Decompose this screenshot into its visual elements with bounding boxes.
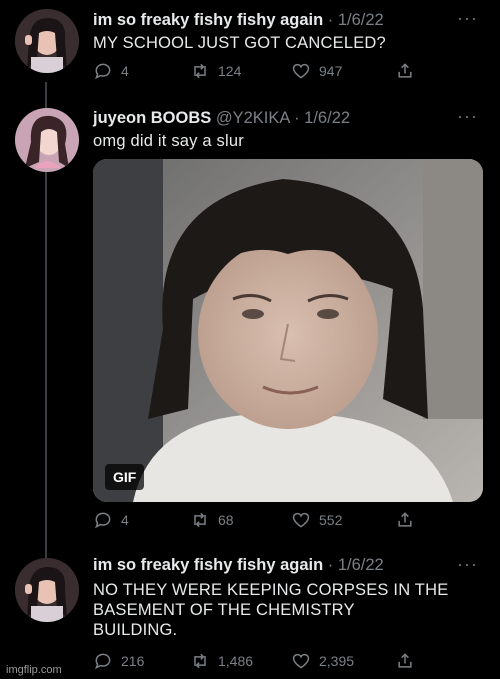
reply-icon <box>94 512 111 529</box>
like-count: 947 <box>319 63 343 79</box>
retweet-button[interactable]: 68 <box>190 510 234 530</box>
avatar[interactable] <box>15 558 79 622</box>
tweet-text-line: BUILDING. <box>93 621 178 639</box>
share-button[interactable] <box>395 61 415 81</box>
tweet-3[interactable]: im so freaky fishy fishy again · 1/6/22 … <box>0 548 500 679</box>
heart-icon <box>292 653 310 669</box>
retweet-icon <box>194 63 206 79</box>
watermark: imgflip.com <box>6 664 62 676</box>
tweet-actions: 216 1,486 2,395 <box>93 651 423 673</box>
tweet-header: im so freaky fishy fishy again · 1/6/22 <box>93 11 384 30</box>
retweet-button[interactable]: 1,486 <box>190 651 253 671</box>
reply-button[interactable]: 4 <box>93 61 129 81</box>
like-count: 2,395 <box>319 653 355 669</box>
username-handle[interactable]: @Y2KIKA <box>216 109 290 127</box>
like-button[interactable]: 552 <box>291 510 342 530</box>
retweet-icon <box>194 512 206 528</box>
tweet-header: juyeon BOOBS @Y2KIKA · 1/6/22 <box>93 109 350 128</box>
share-icon <box>398 512 412 527</box>
tweet-text: NO THEY WERE KEEPING CORPSES IN THE BASE… <box>93 580 448 640</box>
reply-count: 4 <box>121 512 129 528</box>
separator-dot: · <box>294 109 300 127</box>
gif-frame <box>93 159 483 502</box>
more-icon[interactable]: ··· <box>457 106 478 127</box>
share-icon <box>398 63 412 78</box>
tweet-1[interactable]: im so freaky fishy fishy again · 1/6/22 … <box>0 0 500 95</box>
avatar[interactable] <box>15 9 79 73</box>
separator-dot: · <box>327 11 334 29</box>
tweet-date[interactable]: 1/6/22 <box>338 11 384 29</box>
more-icon[interactable]: ··· <box>457 554 478 575</box>
tweet-text: omg did it say a slur <box>93 132 244 150</box>
gif-media[interactable]: GIF <box>93 159 483 502</box>
heart-icon <box>292 512 310 528</box>
tweet-actions: 4 124 947 <box>93 61 423 83</box>
reply-icon <box>94 653 111 670</box>
reply-icon <box>94 63 111 80</box>
retweet-button[interactable]: 124 <box>190 61 241 81</box>
retweet-icon <box>194 653 206 669</box>
display-name[interactable]: im so freaky fishy fishy again <box>93 556 323 574</box>
separator-dot: · <box>327 556 334 574</box>
display-name[interactable]: juyeon BOOBS <box>93 109 211 127</box>
tweet-text-line: NO THEY WERE KEEPING CORPSES IN THE <box>93 581 449 599</box>
tweet-date[interactable]: 1/6/22 <box>338 556 384 574</box>
retweet-count: 1,486 <box>218 653 254 669</box>
like-count: 552 <box>319 512 343 528</box>
reply-count: 4 <box>121 63 129 79</box>
tweet-date[interactable]: 1/6/22 <box>304 109 350 127</box>
tweet-text: MY SCHOOL JUST GOT CANCELED? <box>93 34 386 52</box>
retweet-count: 124 <box>218 63 242 79</box>
tweet-actions: 4 68 552 <box>93 510 423 532</box>
like-button[interactable]: 2,395 <box>291 651 354 671</box>
share-icon <box>398 653 412 668</box>
gif-badge: GIF <box>105 464 145 490</box>
share-button[interactable] <box>395 651 415 671</box>
heart-icon <box>292 63 310 79</box>
tweet-header: im so freaky fishy fishy again · 1/6/22 <box>93 556 384 575</box>
share-button[interactable] <box>395 510 415 530</box>
retweet-count: 68 <box>218 512 234 528</box>
display-name[interactable]: im so freaky fishy fishy again <box>93 11 323 29</box>
like-button[interactable]: 947 <box>291 61 342 81</box>
tweet-text-line: BASEMENT OF THE CHEMISTRY <box>93 601 355 619</box>
reply-button[interactable]: 216 <box>93 651 144 671</box>
reply-count: 216 <box>121 653 145 669</box>
reply-button[interactable]: 4 <box>93 510 129 530</box>
avatar[interactable] <box>15 108 79 172</box>
more-icon[interactable]: ··· <box>457 8 478 29</box>
